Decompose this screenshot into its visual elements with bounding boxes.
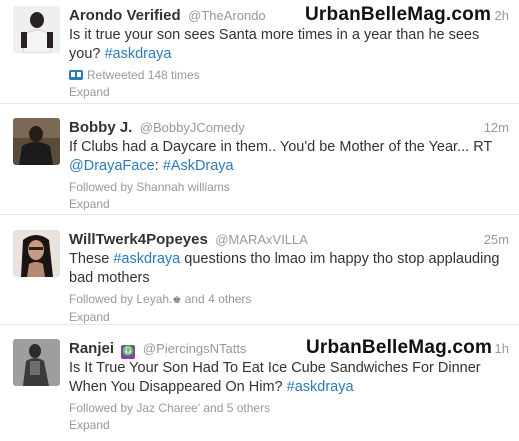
tweet-fullname[interactable]: Arondo Verified: [69, 7, 181, 24]
expand-link[interactable]: Expand: [69, 309, 509, 326]
tweet-timestamp[interactable]: 25m: [484, 230, 509, 249]
tweet-text: Is it true your son sees Santa more time…: [69, 26, 509, 64]
tweet-username[interactable]: @BobbyJComedy: [140, 120, 245, 135]
followed-by-others: and 4 others: [181, 292, 252, 306]
tweet-timestamp[interactable]: 12m: [484, 118, 509, 137]
hashtag-link[interactable]: #askdraya: [104, 46, 171, 62]
retweet-icon: [69, 70, 83, 80]
avatar[interactable]: [13, 230, 60, 277]
tweet-context: Retweeted 148 times: [69, 67, 509, 84]
tweet-text: These #askdraya questions tho lmao im ha…: [69, 250, 509, 288]
tweet-timestamp[interactable]: 2h: [495, 6, 509, 25]
tweet-fullname[interactable]: Ranjei: [69, 340, 114, 357]
followed-by-name: Followed by Leyah.: [69, 292, 173, 306]
expand-link[interactable]: Expand: [69, 84, 509, 101]
hashtag-link[interactable]: #askdraya: [287, 379, 354, 395]
followed-by-text[interactable]: Followed by Shannah williams: [69, 179, 509, 196]
tweet-text-part: Is It True Your Son Had To Eat Ice Cube …: [69, 360, 481, 395]
tweet-timestamp[interactable]: 1h: [495, 339, 509, 358]
tweet-username[interactable]: @TheArondo: [188, 8, 266, 23]
expand-link[interactable]: Expand: [69, 417, 509, 434]
tweet-username[interactable]: @PiercingsNTatts: [143, 341, 247, 356]
tweet[interactable]: Ranjei ♎ @PiercingsNTatts UrbanBelleMag.…: [0, 325, 519, 441]
tweet-text-part: These: [69, 251, 114, 267]
expand-link[interactable]: Expand: [69, 196, 509, 213]
tweet-text: Is It True Your Son Had To Eat Ice Cube …: [69, 359, 509, 397]
avatar[interactable]: [13, 118, 60, 165]
hashtag-link[interactable]: #askdraya: [113, 251, 180, 267]
tweet-fullname[interactable]: WillTwerk4Popeyes: [69, 231, 208, 248]
retweet-count: Retweeted 148 times: [87, 68, 200, 82]
avatar-image: [13, 339, 60, 386]
tweet-fullname[interactable]: Bobby J.: [69, 119, 132, 136]
avatar-image: [13, 118, 60, 165]
avatar-image: [13, 230, 60, 277]
avatar[interactable]: [13, 339, 60, 386]
avatar-image: [13, 6, 60, 53]
mention-link[interactable]: @DrayaFace: [69, 158, 155, 174]
tweet-text: If Clubs had a Daycare in them.. You'd b…: [69, 138, 509, 176]
tweet[interactable]: Arondo Verified @TheArondo UrbanBelleMag…: [0, 0, 519, 104]
tweet-text-part: If Clubs had a Daycare in them.. You'd b…: [69, 139, 492, 155]
tweet-text-part: :: [154, 158, 163, 174]
libra-icon: ♎: [121, 345, 136, 359]
followed-by-text[interactable]: Followed by Jaz Charee' and 5 others: [69, 400, 509, 417]
tweet[interactable]: WillTwerk4Popeyes @MARAxVILLA 25m These …: [0, 215, 519, 325]
hashtag-link[interactable]: #AskDraya: [163, 158, 234, 174]
watermark: UrbanBelleMag.com: [305, 4, 492, 25]
tweet-username[interactable]: @MARAxVILLA: [215, 232, 308, 247]
tweet[interactable]: Bobby J. @BobbyJComedy 12m If Clubs had …: [0, 104, 519, 215]
watermark: UrbanBelleMag.com: [306, 337, 493, 358]
avatar[interactable]: [13, 6, 60, 53]
followed-by-text[interactable]: Followed by Leyah.♚ and 4 others: [69, 291, 509, 309]
